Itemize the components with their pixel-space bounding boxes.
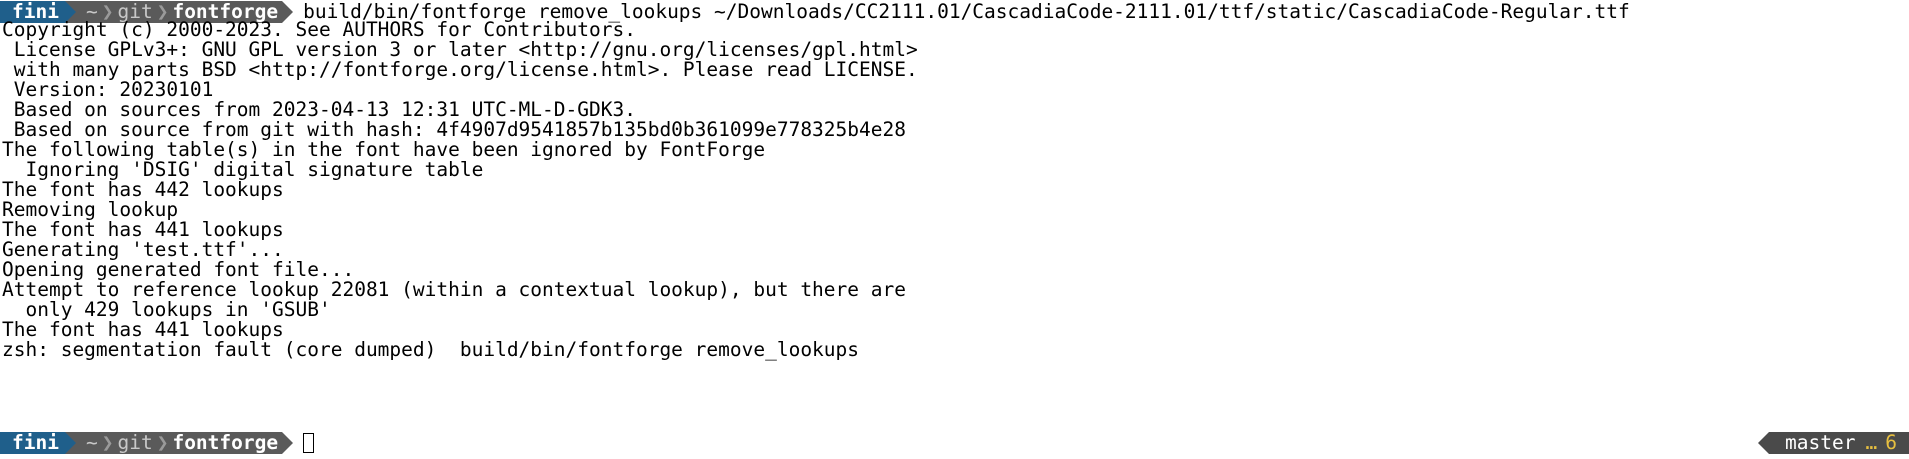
prompt-arrow: [282, 432, 294, 454]
prompt-dir-git: git: [117, 431, 153, 454]
terminal-cursor-icon[interactable]: [303, 433, 315, 453]
path-separator-icon: ❯: [101, 431, 114, 454]
prompt-dir-current: fontforge: [172, 431, 279, 454]
right-prompt: master … 6: [1758, 432, 1909, 454]
git-change-count: 6: [1885, 431, 1897, 454]
prompt-home: ~: [85, 431, 98, 454]
git-status: master … 6: [1769, 432, 1909, 454]
prompt-user: fini: [0, 432, 65, 454]
prompt-path: ~ ❯ git ❯ fontforge: [75, 431, 283, 454]
output-line: zsh: segmentation fault (core dumped) bu…: [2, 338, 860, 361]
prompt-arrow: [64, 432, 76, 454]
git-ellipsis: …: [1865, 431, 1878, 454]
shell-prompt-current: fini ~ ❯ git ❯ fontforge: [0, 431, 315, 454]
path-separator-icon: ❯: [156, 431, 169, 454]
git-branch-name: master: [1785, 431, 1856, 454]
right-prompt-arrow: [1758, 432, 1770, 454]
terminal-window[interactable]: fini ~ ❯ git ❯ fontforge build/bin/fontf…: [0, 0, 1909, 459]
